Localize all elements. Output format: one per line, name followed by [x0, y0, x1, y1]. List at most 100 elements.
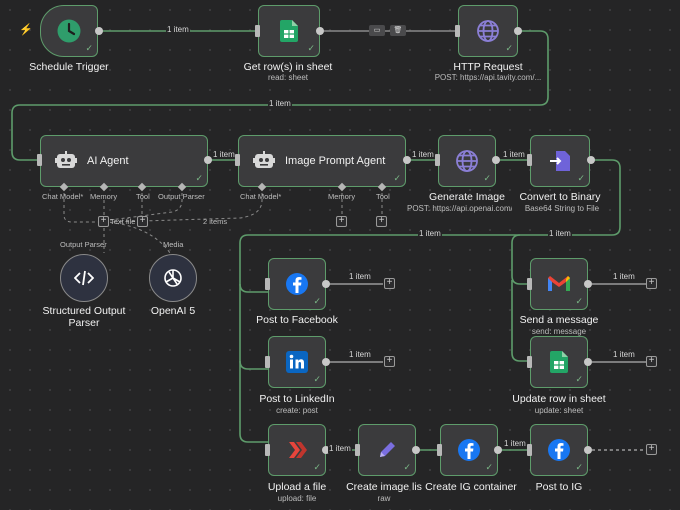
success-check-icon: ✓ — [313, 296, 321, 306]
node-convert-binary[interactable]: ✓ — [530, 135, 590, 187]
node-subtitle: send: message — [531, 327, 587, 336]
success-check-icon: ✓ — [85, 43, 93, 53]
node-title: Create image lis — [346, 481, 422, 493]
input-port[interactable] — [527, 154, 532, 166]
code-icon — [74, 270, 94, 286]
add-node-button[interactable]: + — [384, 278, 395, 289]
item-count: 1 item — [503, 439, 527, 448]
node-title: Send a message — [519, 314, 599, 326]
output-port[interactable] — [584, 358, 592, 366]
node-title: Post to IG — [535, 481, 583, 493]
output-port[interactable] — [584, 280, 592, 288]
output-port[interactable] — [322, 280, 330, 288]
openai-icon — [164, 269, 182, 287]
node-openai[interactable] — [149, 254, 197, 302]
item-count: 1 item — [411, 150, 435, 159]
output-port[interactable] — [584, 446, 592, 454]
node-image-prompt-agent[interactable]: Image Prompt Agent ✓ — [238, 135, 406, 187]
add-tool-button[interactable]: + — [376, 216, 387, 227]
connector-label: Output Parser — [60, 240, 107, 249]
input-port[interactable] — [235, 154, 240, 166]
node-title: OpenAI 5 — [150, 305, 196, 317]
input-port[interactable] — [455, 25, 460, 37]
success-check-icon: ✓ — [485, 462, 493, 472]
success-check-icon: ✓ — [393, 173, 401, 183]
input-port[interactable] — [37, 154, 42, 166]
output-port[interactable] — [403, 156, 411, 164]
add-memory-button[interactable]: + — [98, 216, 109, 227]
node-update-row[interactable]: ✓ — [530, 336, 588, 388]
node-title: Upload a file — [267, 481, 327, 493]
add-tool-button[interactable]: + — [137, 216, 148, 227]
node-subtitle: update: sheet — [534, 406, 584, 415]
node-get-rows[interactable]: ✓ — [258, 5, 320, 57]
input-port[interactable] — [435, 154, 440, 166]
output-port[interactable] — [204, 156, 212, 164]
input-port[interactable] — [437, 444, 442, 456]
facebook-icon — [548, 439, 570, 461]
input-port[interactable] — [355, 444, 360, 456]
port-label: Memory — [328, 192, 356, 201]
node-post-linkedin[interactable]: ✓ — [268, 336, 326, 388]
input-port[interactable] — [265, 356, 270, 368]
output-port[interactable] — [514, 27, 522, 35]
add-memory-button[interactable]: + — [336, 216, 347, 227]
input-port[interactable] — [255, 25, 260, 37]
item-count: 1 item — [548, 229, 572, 238]
item-count: 1 item — [348, 350, 372, 359]
google-sheets-icon — [550, 351, 568, 373]
node-post-ig[interactable]: ✓ — [530, 424, 588, 476]
success-check-icon: ✓ — [403, 462, 411, 472]
node-ai-agent[interactable]: AI Agent ✓ — [40, 135, 208, 187]
connector-label: Text file — [110, 217, 136, 226]
item-count: 1 item — [502, 150, 526, 159]
input-port[interactable] — [527, 444, 532, 456]
node-schedule-trigger[interactable]: ✓ — [40, 5, 98, 57]
node-subtitle: POST: https://api.tavity.com/... — [434, 73, 542, 82]
port-label: Chat Model* — [42, 192, 84, 201]
add-node-button[interactable]: + — [384, 356, 395, 367]
node-create-ig-container[interactable]: ✓ — [440, 424, 498, 476]
globe-icon — [456, 150, 478, 172]
output-port[interactable] — [494, 446, 502, 454]
node-title: HTTP Request — [453, 61, 523, 73]
input-port[interactable] — [527, 278, 532, 290]
node-title: Generate Image — [429, 191, 505, 203]
clock-icon — [57, 19, 81, 43]
item-count: 1 item — [612, 350, 636, 359]
success-check-icon: ✓ — [313, 462, 321, 472]
facebook-icon — [458, 439, 480, 461]
add-node-button[interactable]: + — [646, 278, 657, 289]
node-post-facebook[interactable]: ✓ — [268, 258, 326, 310]
node-generate-image[interactable]: ✓ — [438, 135, 496, 187]
output-port[interactable] — [322, 358, 330, 366]
add-node-button[interactable]: + — [646, 444, 657, 455]
output-port[interactable] — [587, 156, 595, 164]
node-title: Post to LinkedIn — [259, 393, 335, 405]
success-check-icon: ✓ — [575, 296, 583, 306]
edge-action-button[interactable]: ▭ — [369, 25, 385, 36]
item-count: 1 item — [212, 150, 236, 159]
node-title: Structured Output Parser — [42, 305, 126, 329]
delete-connection-icon[interactable]: 🗑 — [390, 25, 406, 36]
success-check-icon: ✓ — [313, 374, 321, 384]
add-node-button[interactable]: + — [646, 356, 657, 367]
node-upload-file[interactable]: ✓ — [268, 424, 326, 476]
node-structured-output-parser[interactable] — [60, 254, 108, 302]
output-port[interactable] — [316, 27, 324, 35]
input-port[interactable] — [265, 444, 270, 456]
input-port[interactable] — [527, 356, 532, 368]
output-port[interactable] — [492, 156, 500, 164]
success-check-icon: ✓ — [307, 43, 315, 53]
input-port[interactable] — [265, 278, 270, 290]
node-title: Image Prompt Agent — [285, 155, 386, 167]
node-http-request[interactable]: ✓ — [458, 5, 518, 57]
output-port[interactable] — [412, 446, 420, 454]
success-check-icon: ✓ — [195, 173, 203, 183]
node-send-message[interactable]: ✓ — [530, 258, 588, 310]
globe-icon — [477, 20, 499, 42]
trigger-bolt-icon: ⚡ — [19, 24, 33, 36]
output-port[interactable] — [95, 27, 103, 35]
workflow-canvas[interactable]: ⚡ ✓ Schedule Trigger 1 item ✓ Get row(s)… — [0, 0, 680, 510]
node-create-image-list[interactable]: ✓ — [358, 424, 416, 476]
